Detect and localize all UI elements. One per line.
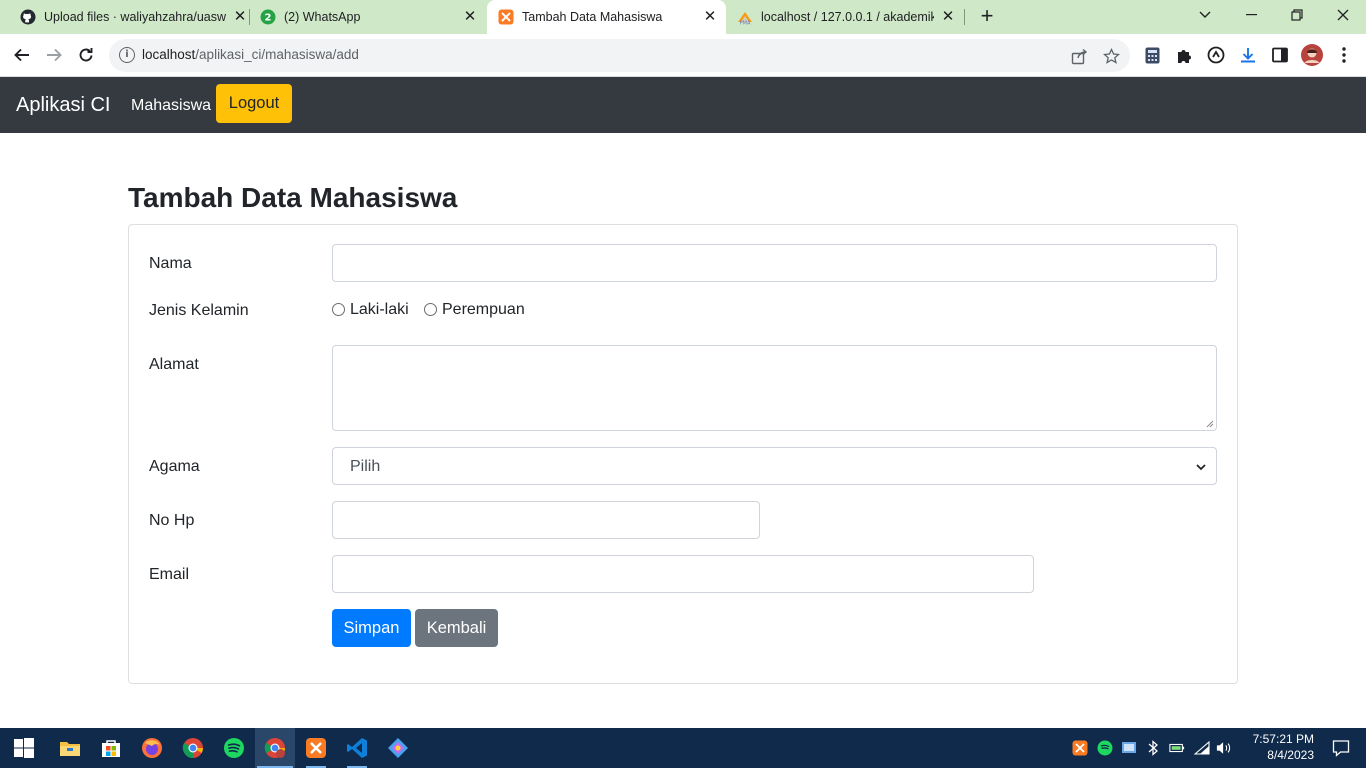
tab-search-icon[interactable] xyxy=(1182,0,1228,30)
tab-github[interactable]: Upload files · waliyahzahra/uasweb ✕ xyxy=(8,0,248,34)
chevron-down-icon xyxy=(1196,464,1206,471)
radio-perempuan[interactable] xyxy=(424,303,437,316)
tab-title: Upload files · waliyahzahra/uasweb xyxy=(44,10,226,24)
close-window-button[interactable] xyxy=(1320,0,1366,30)
simpan-button[interactable]: Simpan xyxy=(332,609,411,647)
tab-separator xyxy=(964,9,965,25)
github-icon xyxy=(20,9,36,25)
battery-icon[interactable] xyxy=(1169,740,1185,756)
agama-label: Agama xyxy=(149,458,200,475)
microsoft-store-icon[interactable] xyxy=(91,728,131,768)
windows-start-icon[interactable] xyxy=(4,728,44,768)
reload-icon xyxy=(79,48,93,62)
browser-tab-strip: Upload files · waliyahzahra/uasweb ✕ 2 (… xyxy=(0,0,1366,34)
radio-label-laki-laki[interactable]: Laki-laki xyxy=(350,301,409,319)
nohp-input[interactable] xyxy=(332,501,760,539)
tab-whatsapp[interactable]: 2 (2) WhatsApp ✕ xyxy=(250,0,486,34)
taskbar-clock[interactable]: 7:57:21 PM 8/4/2023 xyxy=(1253,731,1314,763)
close-tab-icon[interactable]: ✕ xyxy=(702,9,718,25)
spotify-icon[interactable] xyxy=(214,728,254,768)
firefox-icon[interactable] xyxy=(132,728,172,768)
app-navbar: Aplikasi CI Mahasiswa xyxy=(0,77,1366,133)
share-icon[interactable] xyxy=(1070,47,1088,65)
nama-input[interactable] xyxy=(332,244,1217,282)
wifi-icon[interactable] xyxy=(1194,740,1210,756)
forward-button[interactable] xyxy=(41,42,67,68)
address-bar[interactable]: i localhost/aplikasi_ci/mahasiswa/add xyxy=(109,39,1130,72)
xampp-tray-icon[interactable] xyxy=(1072,740,1088,756)
svg-text:PMA: PMA xyxy=(740,21,751,26)
tab-tambah-data-mahasiswa[interactable]: Tambah Data Mahasiswa ✕ xyxy=(487,0,726,34)
tab-title: Tambah Data Mahasiswa xyxy=(522,10,663,24)
logout-button[interactable]: Logout xyxy=(216,84,292,123)
new-tab-button[interactable]: + xyxy=(976,5,998,28)
close-tab-icon[interactable]: ✕ xyxy=(232,9,248,25)
browser-menu-icon[interactable] xyxy=(1334,45,1354,65)
kembali-button[interactable]: Kembali xyxy=(415,609,498,647)
browser-toolbar: i localhost/aplikasi_ci/mahasiswa/add xyxy=(0,34,1366,77)
tab-title: localhost / 127.0.0.1 / akademik | phpMy… xyxy=(761,10,934,24)
nama-label: Nama xyxy=(149,255,192,272)
nohp-label: No Hp xyxy=(149,512,195,529)
back-button[interactable] xyxy=(9,42,35,68)
close-tab-icon[interactable]: ✕ xyxy=(940,9,956,25)
url-text[interactable]: localhost/aplikasi_ci/mahasiswa/add xyxy=(142,47,359,62)
page-title: Tambah Data Mahasiswa xyxy=(128,182,458,213)
resize-grip-icon[interactable] xyxy=(1206,420,1214,428)
calculator-extension-icon[interactable] xyxy=(1142,45,1162,65)
radio-laki-laki[interactable] xyxy=(332,303,345,316)
forward-arrow-icon xyxy=(47,48,62,62)
sync-extension-icon[interactable] xyxy=(1206,45,1226,65)
clock-time: 7:57:21 PM xyxy=(1252,732,1314,746)
tab-phpmyadmin[interactable]: PMA localhost / 127.0.0.1 / akademik | p… xyxy=(727,0,964,34)
email-input[interactable] xyxy=(332,555,1034,593)
agama-select[interactable]: Pilih xyxy=(332,447,1217,485)
xampp-taskbar-icon[interactable] xyxy=(296,728,336,768)
snipping-tool-icon[interactable] xyxy=(378,728,418,768)
chrome-icon[interactable] xyxy=(173,728,213,768)
restore-button[interactable] xyxy=(1274,0,1320,30)
agama-selected-value: Pilih xyxy=(350,458,381,475)
download-icon[interactable] xyxy=(1238,45,1258,65)
radio-label-perempuan[interactable]: Perempuan xyxy=(442,301,525,319)
alamat-label: Alamat xyxy=(149,356,199,373)
side-panel-icon[interactable] xyxy=(1270,45,1290,65)
back-arrow-icon xyxy=(14,48,29,62)
notification-center-icon[interactable] xyxy=(1332,739,1350,757)
minimize-button[interactable] xyxy=(1228,0,1274,30)
vscode-icon[interactable] xyxy=(337,728,377,768)
network-adapter-tray-icon[interactable] xyxy=(1121,740,1137,756)
windows-taskbar: 7:57:21 PM 8/4/2023 xyxy=(0,728,1366,768)
reload-button[interactable] xyxy=(73,42,99,68)
clock-date: 8/4/2023 xyxy=(1267,748,1314,762)
nav-link-mahasiswa[interactable]: Mahasiswa xyxy=(131,97,211,115)
whatsapp-icon: 2 xyxy=(260,9,276,25)
volume-icon[interactable] xyxy=(1216,740,1232,756)
site-info-icon[interactable]: i xyxy=(119,47,135,63)
close-tab-icon[interactable]: ✕ xyxy=(462,9,478,25)
phpmyadmin-icon: PMA xyxy=(737,9,753,25)
profile-avatar[interactable] xyxy=(1301,44,1323,66)
jenis-kelamin-label: Jenis Kelamin xyxy=(149,302,249,319)
file-explorer-icon[interactable] xyxy=(50,728,90,768)
spotify-tray-icon[interactable] xyxy=(1097,740,1113,756)
navbar-brand[interactable]: Aplikasi CI xyxy=(16,94,110,117)
alamat-textarea[interactable] xyxy=(332,345,1217,431)
tab-title: (2) WhatsApp xyxy=(284,10,361,24)
xampp-icon xyxy=(498,9,514,25)
bluetooth-icon[interactable] xyxy=(1145,740,1161,756)
email-label: Email xyxy=(149,566,190,583)
svg-text:2: 2 xyxy=(265,13,272,24)
bookmark-star-icon[interactable] xyxy=(1102,47,1120,65)
chrome-profile-icon[interactable] xyxy=(255,728,295,768)
extensions-puzzle-icon[interactable] xyxy=(1174,45,1194,65)
